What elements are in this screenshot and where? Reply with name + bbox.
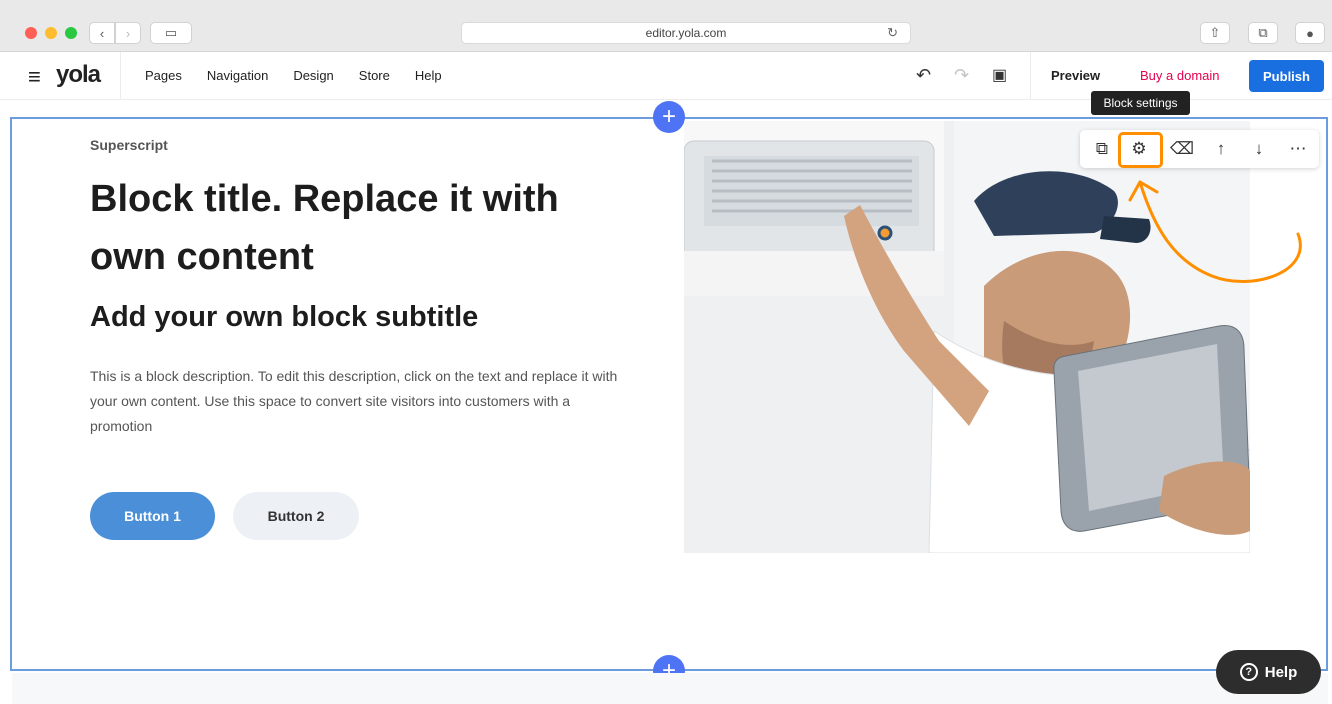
help-label: Help (1264, 663, 1298, 681)
reload-icon[interactable]: ↻ (887, 25, 898, 41)
next-section-edge (12, 673, 1328, 704)
copy-icon[interactable]: ⧉ (1088, 137, 1116, 161)
move-up-icon[interactable]: ↑ (1207, 137, 1235, 161)
forward-icon[interactable]: › (115, 22, 141, 44)
header-divider (120, 52, 121, 100)
menu-item-design[interactable]: Design (293, 68, 333, 83)
buy-domain-link[interactable]: Buy a domain (1140, 68, 1220, 83)
browser-window: ‹ › ▭ editor.yola.com ↻ ⇧ ⧉ ● ≡ yola Pag… (0, 0, 1332, 704)
menu-item-pages[interactable]: Pages (145, 68, 182, 83)
block-toolbar: ⧉ ⚙ ⌫ ↑ ↓ ⋯ (1080, 130, 1319, 168)
menu-item-store[interactable]: Store (359, 68, 390, 83)
menu-item-help[interactable]: Help (415, 68, 442, 83)
toolbar-divider (1030, 52, 1031, 100)
zoom-window-button[interactable] (65, 27, 77, 39)
sidebar-icon[interactable]: ▭ (150, 22, 192, 44)
block-title[interactable]: Block title. Replace it with own content (90, 170, 610, 286)
preview-button[interactable]: Preview (1051, 68, 1100, 83)
move-down-icon[interactable]: ↓ (1245, 137, 1273, 161)
yola-logo[interactable]: yola (56, 61, 101, 89)
help-icon: ? (1239, 663, 1258, 681)
share-icon[interactable]: ⇧ (1200, 22, 1230, 44)
back-icon[interactable]: ‹ (89, 22, 115, 44)
address-bar[interactable]: editor.yola.com ↻ (461, 22, 911, 44)
block-settings-tooltip: Block settings (1091, 91, 1190, 115)
block-subtitle[interactable]: Add your own block subtitle (90, 301, 478, 334)
redo-icon[interactable]: ↷ (954, 65, 969, 86)
secondary-button[interactable]: Button 2 (233, 492, 359, 540)
undo-icon[interactable]: ↶ (916, 65, 931, 86)
publish-button[interactable]: Publish (1249, 60, 1324, 92)
download-icon[interactable]: ● (1295, 22, 1325, 44)
add-block-top-button[interactable]: + (653, 101, 685, 133)
block-description[interactable]: This is a block description. To edit thi… (90, 364, 620, 439)
help-button[interactable]: ? Help (1216, 650, 1321, 694)
more-icon[interactable]: ⋯ (1284, 137, 1312, 161)
tabs-icon[interactable]: ⧉ (1248, 22, 1278, 44)
block-superscript[interactable]: Superscript (90, 137, 168, 153)
hamburger-icon[interactable]: ≡ (28, 64, 41, 90)
browser-titlebar: ‹ › ▭ editor.yola.com ↻ ⇧ ⧉ ● (0, 0, 1332, 52)
close-window-button[interactable] (25, 27, 37, 39)
gear-highlight-box (1118, 132, 1163, 168)
arrow-annotation (1128, 180, 1302, 284)
minimize-window-button[interactable] (45, 27, 57, 39)
delete-icon[interactable]: ⌫ (1168, 137, 1196, 161)
menu-item-navigation[interactable]: Navigation (207, 68, 268, 83)
editor-menu: Pages Navigation Design Store Help (145, 68, 442, 83)
save-icon[interactable]: ▣ (992, 65, 1007, 85)
primary-button[interactable]: Button 1 (90, 492, 215, 540)
url-text: editor.yola.com (645, 26, 727, 40)
